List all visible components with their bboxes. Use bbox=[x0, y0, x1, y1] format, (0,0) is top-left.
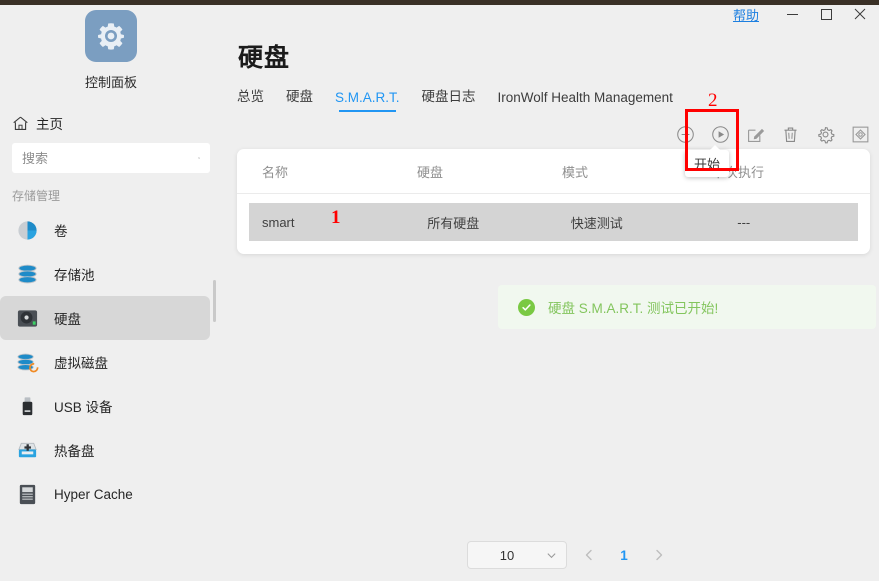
sidebar-item-hard-disk[interactable]: 硬盘 bbox=[0, 296, 210, 340]
chevron-left-icon bbox=[585, 549, 592, 561]
sidebar-item-storage-pool[interactable]: 存储池 bbox=[0, 252, 210, 296]
gear-icon bbox=[98, 23, 124, 50]
home-icon bbox=[13, 116, 28, 130]
sidebar-item-hot-spare[interactable]: 热备盘 bbox=[0, 428, 210, 472]
sidebar: 控制面板 主页 存储管理 bbox=[0, 5, 222, 581]
app-branding: 控制面板 bbox=[0, 10, 222, 91]
success-alert-message: 硬盘 S.M.A.R.T. 测试已开始! bbox=[548, 301, 719, 316]
page-size-value: 10 bbox=[499, 547, 515, 563]
hard-disk-icon bbox=[14, 305, 40, 331]
next-page-button[interactable] bbox=[645, 541, 673, 569]
sidebar-item-hyper-cache[interactable]: Hyper Cache bbox=[0, 472, 210, 516]
pagination: 10 1 bbox=[467, 541, 673, 569]
sidebar-item-label: 虚拟磁盘 bbox=[54, 356, 108, 371]
tab-overview[interactable]: 总览 bbox=[237, 85, 264, 112]
home-label: 主页 bbox=[36, 117, 63, 132]
sidebar-item-label: 卷 bbox=[54, 224, 68, 239]
main-content: 硬盘 总览 硬盘 S.M.A.R.T. 硬盘日志 IronWolf Health… bbox=[222, 5, 879, 581]
settings-button[interactable] bbox=[814, 123, 836, 145]
prev-page-button[interactable] bbox=[575, 541, 603, 569]
column-header-disk[interactable]: 硬盘 bbox=[417, 162, 562, 181]
app-window: 帮助 控制面板 主页 搜索 存储管理 卷 存储池 硬盘 虚拟磁盘 USB 设备 … bbox=[0, 0, 879, 581]
cell-mode: 快速测试 bbox=[570, 215, 623, 231]
usb-device-icon bbox=[14, 393, 40, 419]
success-check-icon bbox=[518, 298, 535, 316]
plus-circle-icon bbox=[676, 125, 694, 143]
edit-button[interactable] bbox=[744, 123, 766, 145]
tab-smart[interactable]: S.M.A.R.T. bbox=[335, 90, 400, 112]
annotation-number-1: 1 bbox=[331, 207, 341, 228]
control-panel-logo bbox=[85, 10, 137, 62]
app-name-label: 控制面板 bbox=[84, 75, 137, 90]
sidebar-scrollbar[interactable] bbox=[213, 280, 216, 322]
page-number-1[interactable]: 1 bbox=[611, 541, 637, 569]
add-button[interactable] bbox=[674, 123, 696, 145]
start-button-tooltip: 开始 bbox=[685, 145, 730, 177]
page-size-select[interactable]: 10 bbox=[467, 541, 567, 569]
chevron-down-icon bbox=[547, 552, 556, 558]
table-header-row: 名称 硬盘 模式 下次执行 bbox=[237, 149, 870, 194]
delete-button[interactable] bbox=[779, 123, 801, 145]
volume-pie-icon bbox=[14, 217, 40, 243]
success-alert: 硬盘 S.M.A.R.T. 测试已开始! bbox=[498, 285, 876, 329]
pencil-edit-icon bbox=[747, 128, 764, 142]
sidebar-item-usb-device[interactable]: USB 设备 bbox=[0, 384, 210, 428]
chevron-right-icon bbox=[656, 549, 663, 561]
sidebar-item-label: 硬盘 bbox=[54, 312, 81, 327]
virtual-disk-icon bbox=[14, 349, 40, 375]
diagnose-button[interactable] bbox=[849, 123, 871, 145]
gear-icon bbox=[817, 126, 834, 143]
sidebar-home[interactable]: 主页 bbox=[12, 113, 222, 133]
storage-pool-icon bbox=[14, 261, 40, 287]
page-title: 硬盘 bbox=[238, 44, 291, 72]
column-header-name[interactable]: 名称 bbox=[237, 162, 417, 181]
sidebar-section-title: 存储管理 bbox=[12, 189, 61, 203]
diamond-square-icon bbox=[852, 126, 868, 142]
sidebar-item-label: 热备盘 bbox=[54, 444, 95, 459]
sidebar-item-virtual-disk[interactable]: 虚拟磁盘 bbox=[0, 340, 210, 384]
trash-icon bbox=[783, 126, 797, 142]
cell-disk: 所有硬盘 bbox=[427, 215, 480, 231]
play-circle-icon bbox=[711, 125, 729, 143]
search-box[interactable] bbox=[12, 143, 210, 173]
column-header-next-run[interactable]: 下次执行 bbox=[712, 162, 852, 181]
cell-next-run: --- bbox=[737, 214, 751, 230]
sidebar-item-volume[interactable]: 卷 bbox=[0, 208, 210, 252]
annotation-number-2: 2 bbox=[708, 90, 718, 111]
smart-test-table-card: 名称 硬盘 模式 下次执行 smart 所有硬盘 快速测试 --- bbox=[237, 149, 870, 254]
tab-disk-log[interactable]: 硬盘日志 bbox=[422, 85, 476, 112]
sidebar-item-label: 存储池 bbox=[54, 268, 95, 283]
hot-spare-icon bbox=[14, 437, 40, 463]
tab-bar: 总览 硬盘 S.M.A.R.T. 硬盘日志 IronWolf Health Ma… bbox=[237, 85, 673, 112]
start-button[interactable] bbox=[709, 123, 731, 145]
search-input[interactable] bbox=[22, 150, 198, 166]
tab-disk[interactable]: 硬盘 bbox=[286, 85, 313, 112]
sidebar-item-label: Hyper Cache bbox=[54, 486, 133, 502]
tab-ironwolf-health-management[interactable]: IronWolf Health Management bbox=[498, 90, 673, 112]
search-icon[interactable] bbox=[198, 150, 200, 166]
action-toolbar bbox=[674, 123, 871, 145]
sidebar-item-label: USB 设备 bbox=[54, 400, 113, 415]
hyper-cache-icon bbox=[14, 481, 40, 507]
